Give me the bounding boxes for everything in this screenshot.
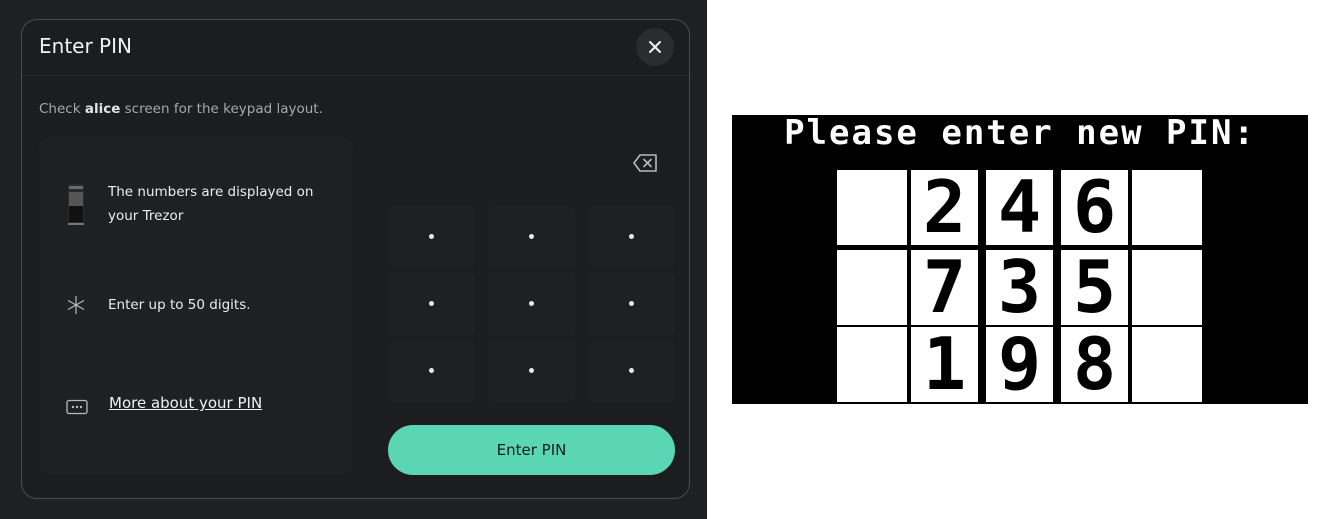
pin-field-icon: [66, 399, 88, 415]
key-dot: [529, 368, 534, 373]
keypad-key[interactable]: [488, 273, 575, 335]
key-dot: [629, 368, 634, 373]
key-dot: [629, 234, 634, 239]
modal-title: Enter PIN: [39, 34, 132, 58]
key-dot: [429, 301, 434, 306]
key-dot: [429, 368, 434, 373]
trezor-device-icon: [68, 184, 84, 225]
keypad-key[interactable]: [588, 340, 675, 402]
more-about-pin-link[interactable]: More about your PIN: [109, 394, 262, 412]
key-dot: [529, 234, 534, 239]
device-pin-row: 1 9 8: [837, 327, 1202, 402]
keypad-key[interactable]: [388, 206, 475, 268]
keypad-key[interactable]: [388, 340, 475, 402]
device-pin-digit: 7: [907, 250, 982, 325]
keypad-key[interactable]: [488, 206, 575, 268]
device-pin-digit: 4: [982, 170, 1057, 245]
modal-header: Enter PIN: [22, 20, 689, 76]
device-pin-digit: 5: [1057, 250, 1132, 325]
device-pin-digit: 8: [1057, 327, 1132, 402]
digits-limit-text: Enter up to 50 digits.: [108, 297, 251, 313]
device-pin-digit: 6: [1057, 170, 1132, 245]
close-button[interactable]: [636, 28, 674, 66]
device-pin-digit: 9: [982, 327, 1057, 402]
device-pin-row: 2 4 6: [837, 170, 1202, 245]
device-pin-digit: 2: [907, 170, 982, 245]
pin-keypad: [388, 206, 675, 402]
device-screen-title: Please enter new PIN:: [784, 113, 1256, 153]
trezor-device-screen: Please enter new PIN: 2 4 6 7 3 5 1 9 8: [732, 115, 1308, 404]
asterisk-icon: [67, 296, 85, 314]
keypad-key[interactable]: [588, 273, 675, 335]
enter-pin-button[interactable]: Enter PIN: [388, 425, 675, 475]
device-pin-row: 7 3 5: [837, 250, 1202, 325]
key-dot: [529, 301, 534, 306]
device-pin-digit: 1: [907, 327, 982, 402]
device-pin-digit: 3: [982, 250, 1057, 325]
keypad-key[interactable]: [388, 273, 475, 335]
keypad-hint: Check alice screen for the keypad layout…: [39, 101, 323, 117]
keypad-key[interactable]: [488, 340, 575, 402]
device-name: alice: [84, 101, 121, 117]
keypad-key[interactable]: [588, 206, 675, 268]
key-dot: [429, 234, 434, 239]
key-dot: [629, 301, 634, 306]
info-panel: The numbers are displayed on your Trezor…: [39, 137, 353, 475]
enter-pin-modal: Enter PIN Check alice screen for the key…: [21, 19, 690, 499]
numbers-displayed-text: The numbers are displayed on your Trezor: [108, 184, 314, 224]
close-icon: [649, 41, 661, 53]
backspace-icon[interactable]: [633, 152, 659, 174]
